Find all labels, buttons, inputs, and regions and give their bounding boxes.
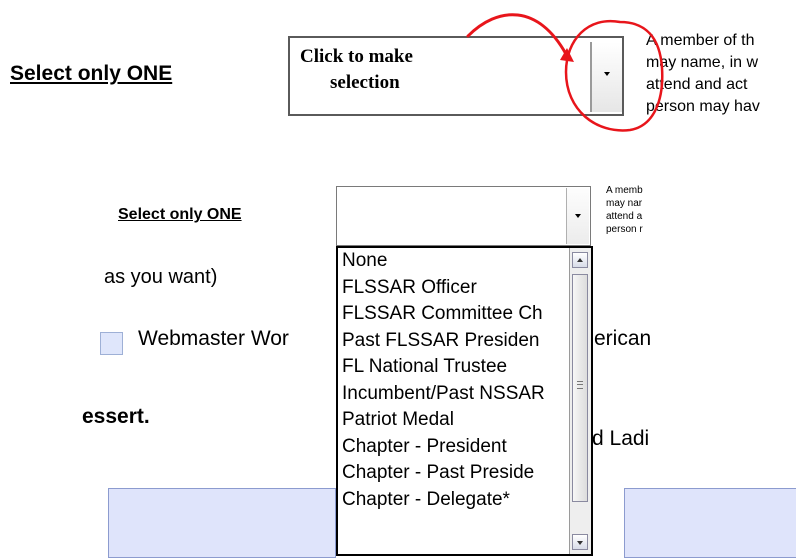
chevron-down-icon [575,214,581,218]
member-description-text-small: A memb may nar attend a person r [606,184,676,236]
description-line: A memb [606,185,643,196]
dropdown-option[interactable]: Past FLSSAR Presiden [338,328,568,355]
scrollbar-thumb[interactable] [572,274,588,502]
options-container: None FLSSAR Officer FLSSAR Committee Ch … [338,248,568,513]
webmaster-checkbox-label: Webmaster Wor [138,327,289,350]
description-line: may nar [606,198,643,209]
dropdown-option[interactable]: None [338,248,568,275]
dropdown-option[interactable]: FLSSAR Officer [338,275,568,302]
dropdown-options-list[interactable]: None FLSSAR Officer FLSSAR Committee Ch … [336,246,593,556]
dropdown-option[interactable]: Chapter - Delegate* [338,487,568,514]
select-only-one-label: Select only ONE [118,206,242,223]
scroll-up-icon[interactable] [572,252,588,268]
dropdown-option[interactable]: Patriot Medal [338,407,568,434]
form-field-box-right[interactable] [624,488,796,558]
description-line: person r [606,224,643,235]
text-fragment-right: erican [594,327,652,350]
webmaster-checkbox[interactable] [100,332,123,355]
scroll-down-icon[interactable] [572,534,588,550]
annotation-arrow-icon [466,13,568,56]
list-scrollbar[interactable] [569,248,591,554]
form-field-box-left[interactable] [108,488,336,558]
description-line: attend a [606,211,643,222]
grip-icon [577,381,583,389]
dropdown-option[interactable]: Chapter - Past Preside [338,460,568,487]
dropdown-option[interactable]: FL National Trustee [338,354,568,381]
text-fragment-right-2: d Ladi [592,427,650,450]
annotation-circle-icon [564,19,664,132]
selection-combobox[interactable] [336,186,591,246]
dropdown-option[interactable]: FLSSAR Committee Ch [338,301,568,328]
dropdown-option[interactable]: Chapter - President [338,434,568,461]
instruction-fragment: as you want) [104,266,218,288]
dessert-heading-fragment: essert. [82,405,150,428]
dropdown-option[interactable]: Incumbent/Past NSSAR [338,381,568,408]
